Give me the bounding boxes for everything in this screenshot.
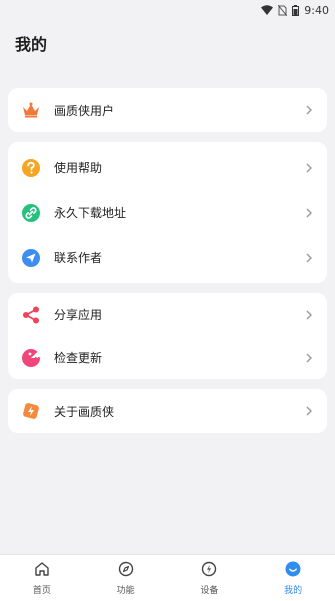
chevron-right-icon (303, 252, 315, 264)
chevron-right-icon (303, 207, 315, 219)
nav-home-label: 首页 (32, 585, 51, 596)
update-icon (20, 347, 42, 369)
compass-icon (118, 561, 134, 580)
chevron-right-icon (303, 352, 315, 364)
chevron-right-icon (303, 405, 315, 417)
share-icon (20, 304, 42, 326)
bottom-navigation: 首页 功能 设备 我的 (0, 554, 335, 601)
chevron-right-icon (303, 162, 315, 174)
smile-icon (285, 561, 301, 580)
help-item[interactable]: 使用帮助 (8, 145, 327, 190)
no-sim-icon (278, 4, 288, 16)
share-app-item[interactable]: 分享应用 (8, 293, 327, 336)
nav-features-label: 功能 (116, 585, 135, 596)
nav-features[interactable]: 功能 (84, 555, 168, 601)
link-icon (20, 202, 42, 224)
vip-user-item[interactable]: 画质侠用户 (8, 88, 327, 132)
download-link-item[interactable]: 永久下载地址 (8, 190, 327, 235)
status-time: 9:40 (304, 3, 329, 17)
check-update-label: 检查更新 (54, 351, 103, 365)
lightning-tag-icon (20, 400, 42, 422)
check-update-item[interactable]: 检查更新 (8, 336, 327, 379)
about-card: 关于画质侠 (8, 389, 327, 433)
nav-home[interactable]: 首页 (0, 555, 84, 601)
chevron-right-icon (303, 104, 315, 116)
nav-settings[interactable]: 设备 (168, 555, 252, 601)
about-label: 关于画质侠 (54, 404, 115, 419)
account-card: 画质侠用户 (8, 88, 327, 132)
contact-author-item[interactable]: 联系作者 (8, 235, 327, 280)
help-label: 使用帮助 (54, 161, 103, 175)
page-title: 我的 (15, 35, 48, 54)
nav-mine[interactable]: 我的 (251, 555, 335, 601)
wifi-icon (261, 5, 274, 15)
app-card: 分享应用 检查更新 (8, 293, 327, 379)
nav-settings-label: 设备 (200, 585, 219, 596)
support-card: 使用帮助 永久下载地址 联系作者 (8, 142, 327, 283)
send-icon (20, 247, 42, 269)
question-icon (20, 157, 42, 179)
vip-user-label: 画质侠用户 (54, 103, 115, 118)
battery-icon (292, 4, 300, 16)
chevron-right-icon (303, 309, 315, 321)
nav-mine-label: 我的 (284, 585, 303, 596)
crown-icon (20, 99, 42, 121)
share-app-label: 分享应用 (54, 308, 103, 322)
status-bar: 9:40 (0, 0, 335, 20)
home-icon (34, 561, 50, 580)
lightning-icon (201, 561, 217, 580)
contact-author-label: 联系作者 (54, 251, 103, 265)
about-item[interactable]: 关于画质侠 (8, 389, 327, 433)
download-link-label: 永久下载地址 (54, 206, 127, 220)
